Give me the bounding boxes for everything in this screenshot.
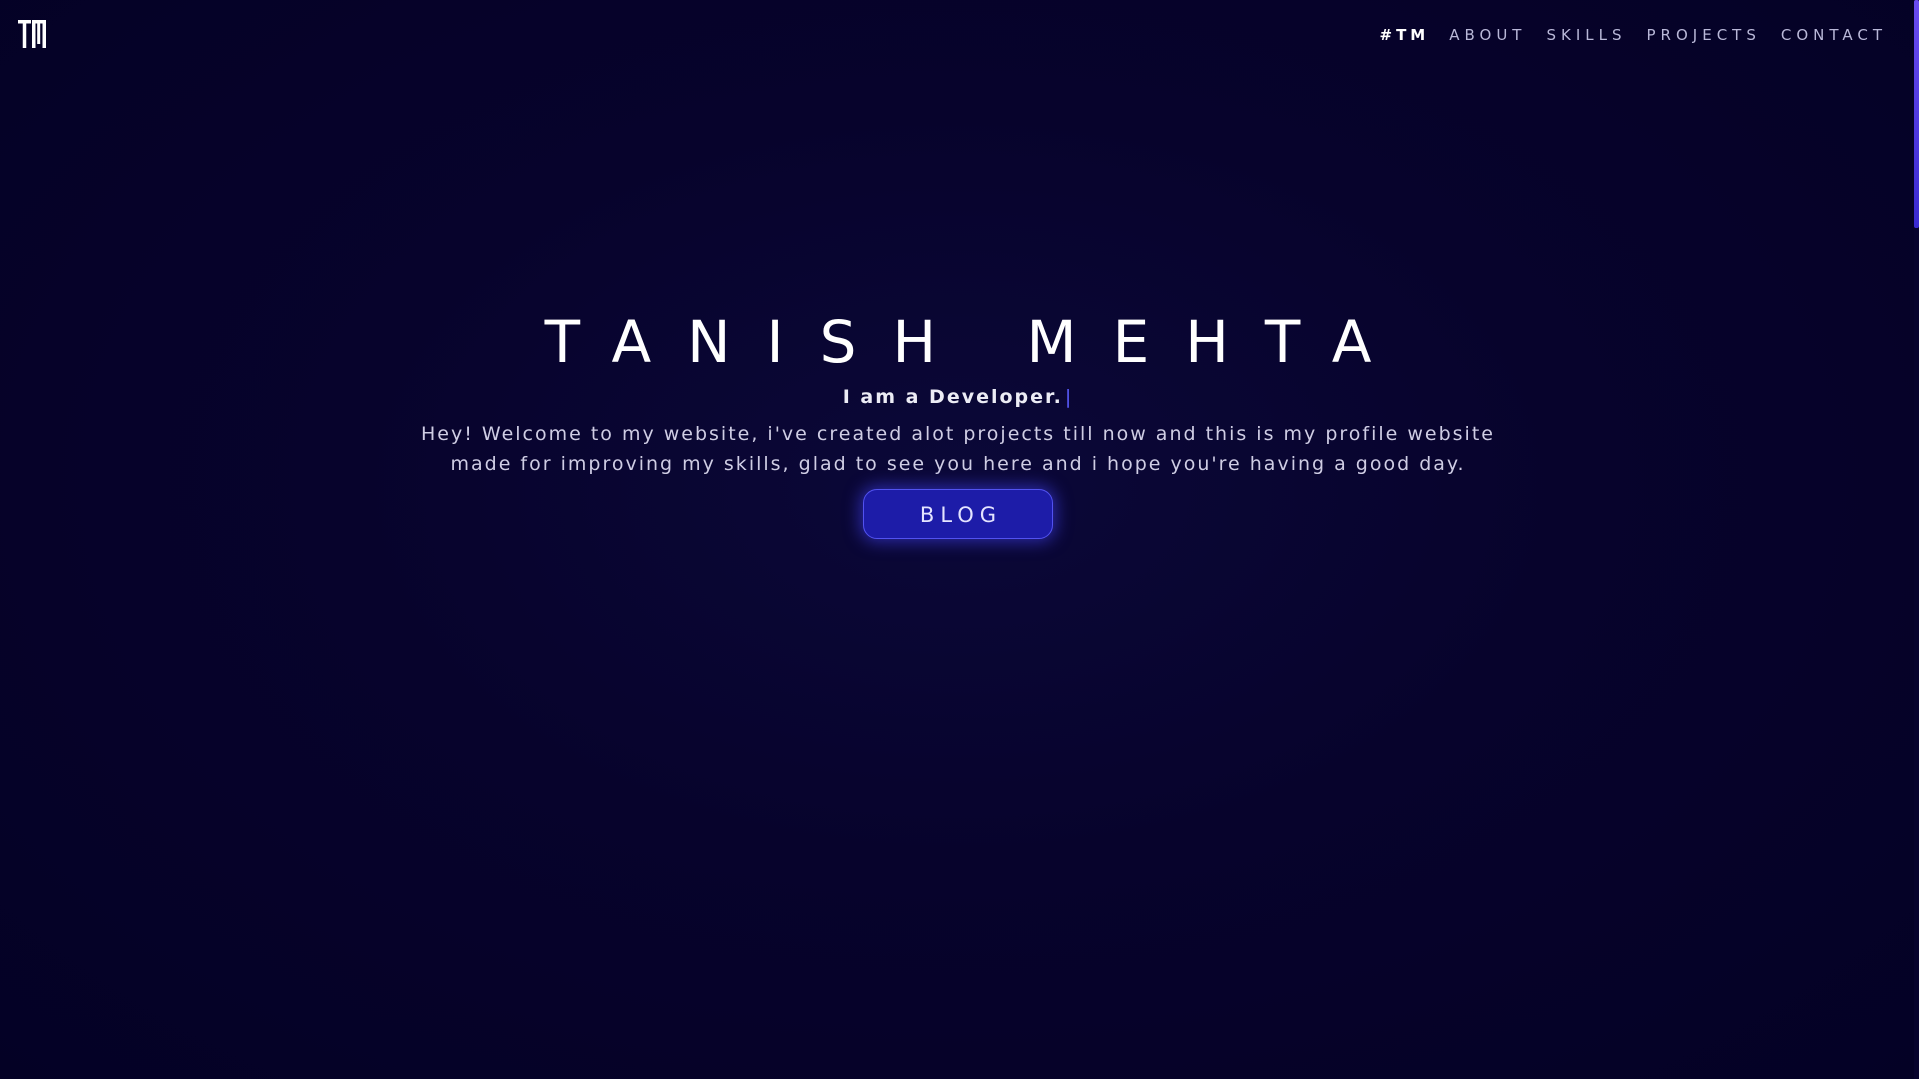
hero-subtitle: I am a Developer. |	[0, 384, 1916, 410]
blog-button[interactable]: BLOG	[863, 489, 1053, 539]
typing-caret: |	[1064, 386, 1074, 408]
hero-title: TANISH MEHTA	[544, 308, 1408, 376]
page-scrollbar[interactable]	[1914, 0, 1919, 1079]
main-nav: #TM ABOUT SKILLS PROJECTS CONTACT	[1380, 26, 1888, 44]
hero-subtitle-text: I am a Developer.	[842, 386, 1063, 408]
hero-description: Hey! Welcome to my website, i've created…	[421, 423, 1495, 475]
nav-item-home[interactable]: #TM	[1380, 26, 1430, 44]
nav-item-skills[interactable]: SKILLS	[1546, 26, 1626, 44]
nav-item-contact[interactable]: CONTACT	[1781, 26, 1887, 44]
scrollbar-thumb[interactable]	[1914, 0, 1919, 228]
tm-monogram-logo-icon	[18, 20, 46, 48]
nav-item-about[interactable]: ABOUT	[1449, 26, 1526, 44]
hero-section: TANISH MEHTA I am a Developer. | Hey! Wel…	[0, 300, 1916, 539]
tm-logo[interactable]	[18, 18, 48, 50]
nav-item-projects[interactable]: PROJECTS	[1647, 26, 1761, 44]
